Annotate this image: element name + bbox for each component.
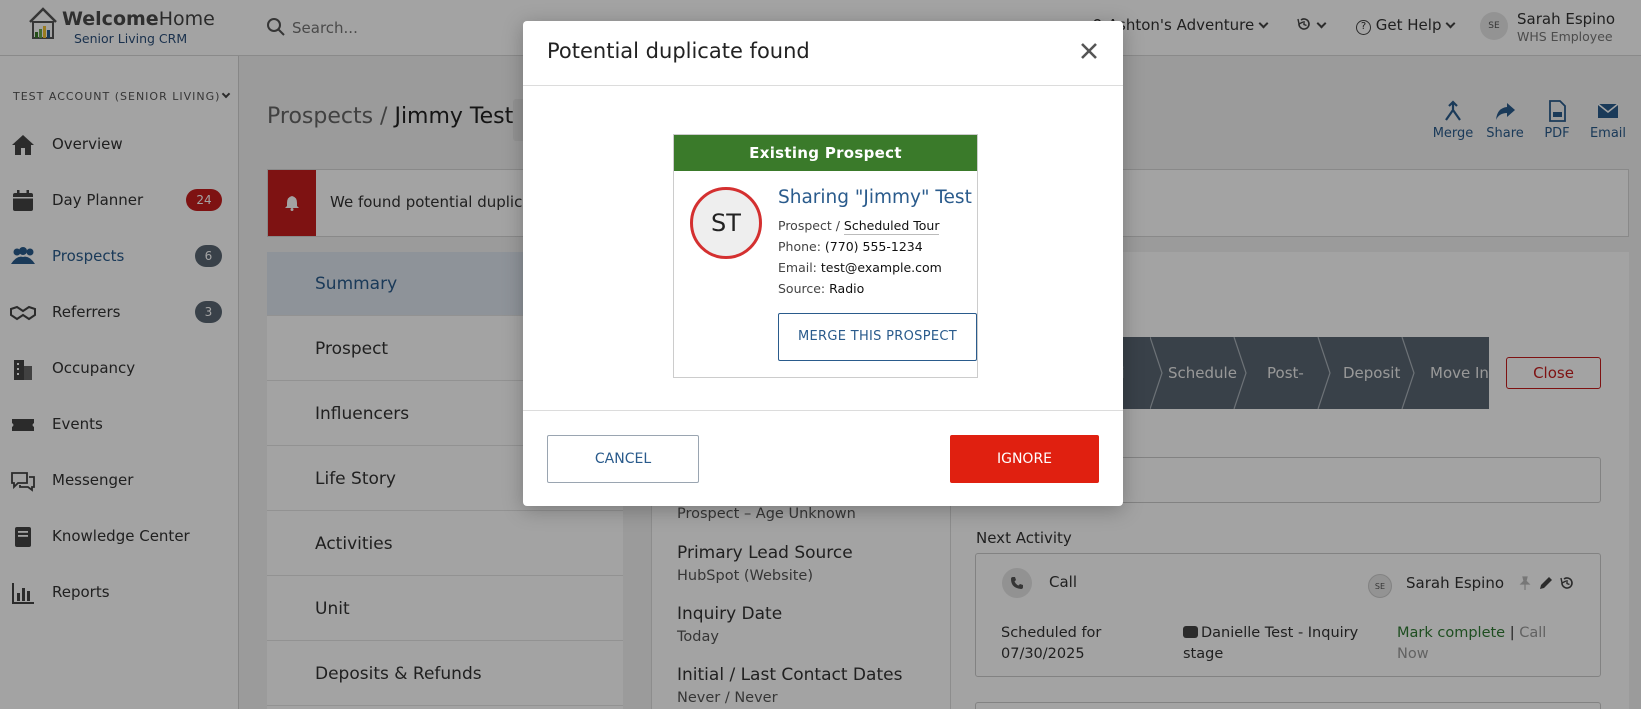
prospect-status: Prospect / Scheduled Tour bbox=[778, 218, 940, 235]
divider bbox=[523, 410, 1123, 411]
existing-prospect-header: Existing Prospect bbox=[674, 135, 977, 171]
duplicate-modal: Potential duplicate found Existing Prosp… bbox=[523, 21, 1123, 506]
prospect-avatar: ST bbox=[690, 187, 762, 259]
merge-prospect-button[interactable]: MERGE THIS PROSPECT bbox=[778, 313, 977, 361]
prospect-name[interactable]: Sharing "Jimmy" Test bbox=[778, 187, 972, 208]
prospect-phone: Phone: (770) 555-1234 bbox=[778, 239, 923, 254]
divider bbox=[523, 85, 1123, 86]
modal-title: Potential duplicate found bbox=[547, 39, 810, 63]
prospect-source: Source: Radio bbox=[778, 281, 865, 296]
existing-prospect-card: Existing Prospect ST Sharing "Jimmy" Tes… bbox=[673, 134, 978, 378]
cancel-button[interactable]: CANCEL bbox=[547, 435, 699, 483]
prospect-email: Email: test@example.com bbox=[778, 260, 942, 275]
ignore-button[interactable]: IGNORE bbox=[950, 435, 1099, 483]
close-icon[interactable] bbox=[1076, 38, 1102, 64]
